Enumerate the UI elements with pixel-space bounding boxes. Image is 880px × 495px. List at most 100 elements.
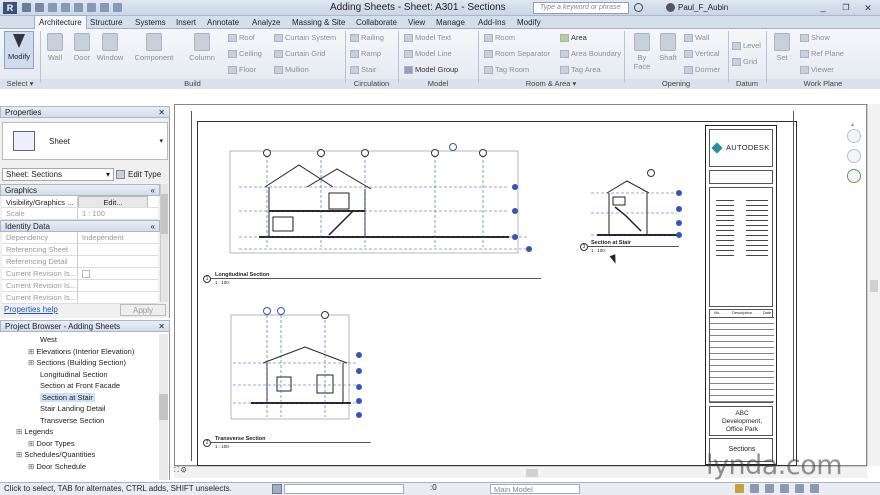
identity-group[interactable]: Identity Data « bbox=[0, 220, 160, 232]
wall-opening-button[interactable]: Wall bbox=[684, 33, 709, 42]
view-control-bar[interactable]: ⛶ ⚙ bbox=[174, 467, 204, 477]
properties-help-link[interactable]: Properties help bbox=[4, 305, 58, 314]
by-face-button[interactable]: By Face bbox=[630, 33, 654, 71]
room-button[interactable]: Room bbox=[484, 33, 515, 42]
curtain-system-button[interactable]: Curtain System bbox=[274, 33, 336, 42]
workset-dropdown[interactable] bbox=[284, 484, 404, 494]
browser-tree-item[interactable]: Section at Front Facade bbox=[40, 380, 120, 391]
wall-button[interactable]: Wall bbox=[43, 33, 67, 62]
drag-select-icon[interactable] bbox=[795, 484, 804, 493]
railing-button[interactable]: Railing bbox=[350, 33, 384, 42]
steering-wheel-icon[interactable] bbox=[847, 129, 861, 143]
stair-button[interactable]: Stair bbox=[350, 65, 376, 74]
browser-scrollbar[interactable] bbox=[159, 334, 168, 480]
tab-add-ins[interactable]: Add-Ins bbox=[474, 16, 510, 29]
door-button[interactable]: Door bbox=[70, 33, 94, 62]
apply-button[interactable]: Apply bbox=[120, 304, 166, 316]
scroll-thumb[interactable] bbox=[870, 280, 878, 292]
user-icon[interactable] bbox=[666, 3, 675, 12]
browser-tree-item[interactable]: Stair Landing Detail bbox=[40, 403, 105, 414]
zoom-icon[interactable] bbox=[847, 149, 861, 163]
dormer-button[interactable]: Dormer bbox=[684, 65, 720, 74]
search-input[interactable]: Type a keyword or phrase bbox=[533, 2, 629, 14]
pinned-select-icon[interactable] bbox=[765, 484, 774, 493]
modify-button[interactable]: Modify bbox=[4, 31, 34, 69]
model-line-button[interactable]: Model Line bbox=[404, 49, 452, 58]
browser-tree-item[interactable]: Transverse Section bbox=[40, 415, 104, 426]
browser-tree-item[interactable]: ⊞ Sections (Building Section) bbox=[28, 357, 126, 368]
pan-icon[interactable] bbox=[847, 169, 861, 183]
close-icon[interactable]: ✕ bbox=[158, 321, 165, 333]
vertical-button[interactable]: Vertical bbox=[684, 49, 720, 58]
viewer-button[interactable]: Viewer bbox=[800, 65, 834, 74]
room-separator-button[interactable]: Room Separator bbox=[484, 49, 550, 58]
browser-tree-item[interactable]: ⊞ Schedules/Quantities bbox=[16, 449, 95, 460]
browser-tree-item[interactable]: ⊞ Door Schedule bbox=[28, 461, 86, 472]
column-button[interactable]: Column bbox=[186, 33, 218, 62]
transverse-section-view[interactable] bbox=[221, 307, 371, 423]
close-icon[interactable]: ✕ bbox=[158, 107, 165, 119]
user-name[interactable]: Paul_F_Aubin bbox=[678, 3, 728, 12]
filter-icon[interactable] bbox=[810, 484, 819, 493]
worksets-icon[interactable] bbox=[272, 484, 282, 494]
roof-button[interactable]: Roof bbox=[228, 33, 255, 42]
tag-area-button[interactable]: Tag Area bbox=[560, 65, 601, 74]
area-button[interactable]: Area bbox=[560, 33, 587, 42]
model-group-button[interactable]: Model Group bbox=[404, 65, 458, 74]
property-row[interactable]: Visibility/Graphics ... Edit... bbox=[2, 196, 158, 208]
title-block[interactable]: AUTODESK No. Description Date ABC Develo… bbox=[705, 125, 777, 465]
nav-bar-menu-icon[interactable]: ▴ bbox=[851, 121, 854, 128]
link-select-icon[interactable] bbox=[735, 484, 744, 493]
shaft-button[interactable]: Shaft bbox=[656, 33, 680, 62]
type-selector[interactable]: Sheet ▾ bbox=[2, 122, 168, 160]
tab-systems[interactable]: Systems bbox=[131, 16, 170, 29]
minimize-button[interactable]: _ bbox=[813, 2, 833, 14]
browser-tree-item[interactable]: ⊞ Door Types bbox=[28, 438, 75, 449]
edit-type-button[interactable]: Edit Type bbox=[116, 168, 168, 181]
area-boundary-button[interactable]: Area Boundary bbox=[560, 49, 621, 58]
restore-button[interactable]: ❐ bbox=[836, 2, 856, 14]
tab-massing-site[interactable]: Massing & Site bbox=[288, 16, 349, 29]
section-at-stair-view[interactable] bbox=[587, 173, 687, 245]
vertical-scrollbar[interactable] bbox=[867, 104, 880, 466]
revit-logo-icon[interactable]: R bbox=[3, 2, 17, 14]
component-button[interactable]: Component bbox=[132, 33, 176, 62]
longitudinal-section-view[interactable] bbox=[229, 147, 549, 257]
search-icon[interactable] bbox=[634, 3, 643, 12]
edit-button[interactable]: Edit... bbox=[78, 196, 148, 207]
browser-tree-item[interactable]: Section at Stair bbox=[40, 392, 95, 403]
panel-select[interactable]: Select ▾ bbox=[0, 79, 40, 89]
tab-architecture[interactable]: Architecture bbox=[34, 15, 87, 29]
set-button[interactable]: Set bbox=[773, 33, 791, 62]
instance-selector[interactable]: Sheet: Sections ▾ bbox=[2, 168, 114, 181]
properties-scrollbar[interactable] bbox=[160, 184, 168, 302]
underlay-select-icon[interactable] bbox=[750, 484, 759, 493]
scroll-thumb[interactable] bbox=[526, 469, 538, 477]
browser-tree-item[interactable]: Longitudinal Section bbox=[40, 369, 108, 380]
tab-structure[interactable]: Structure bbox=[86, 16, 126, 29]
tab-annotate[interactable]: Annotate bbox=[203, 16, 243, 29]
ref-plane-button[interactable]: Ref Plane bbox=[800, 49, 844, 58]
graphics-group[interactable]: Graphics « bbox=[0, 184, 160, 196]
window-button[interactable]: Window bbox=[95, 33, 125, 62]
tag-room-button[interactable]: Tag Room bbox=[484, 65, 529, 74]
tab-manage[interactable]: Manage bbox=[432, 16, 469, 29]
sheet-canvas[interactable]: 1 Longitudinal Section 1 : 100 3 Section… bbox=[174, 104, 867, 466]
model-text-button[interactable]: Model Text bbox=[404, 33, 451, 42]
checkbox[interactable] bbox=[82, 270, 90, 279]
browser-tree-item[interactable]: West bbox=[40, 334, 57, 345]
panel-room-area[interactable]: Room & Area ▾ bbox=[478, 79, 624, 89]
level-button[interactable]: Level bbox=[732, 41, 761, 50]
mullion-button[interactable]: Mullion bbox=[274, 65, 309, 74]
floor-button[interactable]: Floor bbox=[228, 65, 256, 74]
design-option-dropdown[interactable]: Main Model bbox=[490, 484, 580, 494]
tab-analyze[interactable]: Analyze bbox=[248, 16, 284, 29]
tab-view[interactable]: View bbox=[404, 16, 429, 29]
tab-collaborate[interactable]: Collaborate bbox=[352, 16, 401, 29]
ceiling-button[interactable]: Ceiling bbox=[228, 49, 262, 58]
face-select-icon[interactable] bbox=[780, 484, 789, 493]
tab-modify[interactable]: Modify bbox=[513, 16, 545, 29]
browser-tree-item[interactable]: ⊞ Elevations (Interior Elevation) bbox=[28, 346, 134, 357]
tab-insert[interactable]: Insert bbox=[172, 16, 200, 29]
curtain-grid-button[interactable]: Curtain Grid bbox=[274, 49, 325, 58]
